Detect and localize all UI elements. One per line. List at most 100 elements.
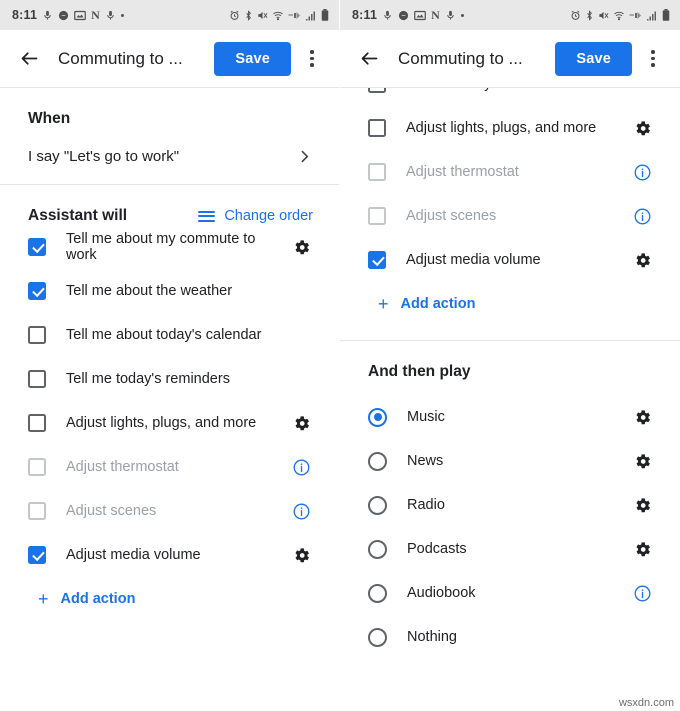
gear-icon[interactable] — [289, 546, 313, 565]
when-trigger-row[interactable]: I say "Let's go to work" — [0, 128, 339, 184]
list-item-label: Radio — [407, 497, 445, 513]
gear-icon[interactable] — [289, 238, 313, 257]
download-icon-2 — [445, 10, 456, 21]
radio-button[interactable] — [368, 627, 387, 647]
checkbox[interactable] — [28, 502, 46, 520]
wifi-icon — [613, 10, 625, 21]
list-item[interactable]: Adjust lights, plugs, and more — [340, 106, 680, 150]
checkbox[interactable] — [28, 326, 46, 344]
netflix-icon: N — [91, 8, 100, 22]
info-icon[interactable] — [630, 207, 654, 226]
download-icon — [42, 10, 53, 21]
list-item[interactable]: Adjust media volume — [340, 238, 680, 282]
message-icon — [58, 10, 69, 21]
checkbox[interactable] — [28, 238, 46, 256]
plus-icon: + — [378, 294, 389, 314]
list-item[interactable]: Adjust scenes — [0, 489, 339, 533]
page-title: Commuting to ... — [58, 48, 183, 68]
alarm-icon — [570, 10, 581, 21]
gear-icon[interactable] — [630, 251, 654, 270]
radio-button[interactable] — [368, 451, 387, 471]
app-bar: Commuting to ... Save — [0, 30, 339, 88]
list-item-label: Adjust media volume — [66, 547, 201, 563]
change-order-label: Change order — [224, 208, 313, 224]
status-bar-right-icons — [229, 9, 329, 21]
list-item[interactable]: Tell me about my commute to work — [0, 225, 339, 269]
more-options-icon[interactable] — [297, 42, 327, 76]
list-item[interactable]: News — [340, 439, 680, 483]
checkbox[interactable] — [368, 119, 386, 137]
save-button[interactable]: Save — [214, 41, 291, 76]
radio-button[interactable] — [368, 539, 387, 559]
status-bar: 8:11 N — [340, 0, 680, 30]
screenshot-icon — [414, 10, 426, 21]
checkbox[interactable] — [368, 251, 386, 269]
info-icon[interactable] — [630, 163, 654, 182]
list-item[interactable]: Nothing — [340, 615, 680, 659]
assistant-will-action-list: Tell me about my commute to work Tell me … — [0, 225, 339, 577]
list-item[interactable]: Audiobook — [340, 571, 680, 615]
checkbox[interactable] — [28, 282, 46, 300]
list-item[interactable]: Podcasts — [340, 527, 680, 571]
gear-icon[interactable] — [630, 408, 654, 427]
add-action-button[interactable]: + Add action — [340, 282, 680, 326]
radio-button[interactable] — [368, 407, 387, 427]
gear-icon[interactable] — [630, 540, 654, 559]
list-item[interactable]: Adjust thermostat — [340, 150, 680, 194]
list-item[interactable]: Tell me today's reminders — [0, 357, 339, 401]
radio-button[interactable] — [368, 583, 387, 603]
radio-button[interactable] — [368, 495, 387, 515]
list-item[interactable]: Tell me today's reminders — [340, 88, 680, 106]
info-icon[interactable] — [289, 502, 313, 521]
download-icon-2 — [105, 10, 116, 21]
right-phone-screen: 8:11 N Commuting to ... Save Adjust ligh… — [340, 0, 680, 711]
list-item-label: Adjust scenes — [66, 503, 157, 519]
list-item[interactable]: Adjust media volume — [0, 533, 339, 577]
status-bar-right-icons — [570, 9, 670, 21]
battery-icon — [662, 9, 670, 21]
gear-icon[interactable] — [630, 452, 654, 471]
checkbox[interactable] — [368, 207, 386, 225]
list-item[interactable]: Tell me about the weather — [0, 269, 339, 313]
when-section-title: When — [28, 110, 71, 127]
bluetooth-icon — [585, 9, 594, 21]
assistant-will-title: Assistant will — [28, 207, 128, 224]
info-icon[interactable] — [289, 458, 313, 477]
more-options-icon[interactable] — [638, 42, 668, 76]
checkbox[interactable] — [28, 370, 46, 388]
info-icon[interactable] — [630, 584, 654, 603]
back-arrow-icon[interactable] — [356, 46, 382, 72]
reorder-icon — [198, 210, 216, 222]
list-item[interactable]: Tell me about today's calendar — [0, 313, 339, 357]
add-action-button[interactable]: + Add action — [0, 577, 339, 621]
status-bar-clock: 8:11 — [12, 8, 38, 22]
list-item-label: Tell me today's reminders — [406, 88, 654, 92]
gear-icon[interactable] — [630, 496, 654, 515]
left-phone-screen: 8:11 N Commuting to ... Save When I say … — [0, 0, 340, 711]
and-then-play-option-list: Music News Radio Podcasts Audiobook Nothing — [340, 395, 680, 659]
when-trigger-label: I say "Let's go to work" — [28, 147, 180, 165]
list-item[interactable]: Adjust thermostat — [0, 445, 339, 489]
signal-icon — [646, 10, 658, 21]
left-content-scroll[interactable]: When I say "Let's go to work" Assistant … — [0, 88, 339, 711]
back-arrow-icon[interactable] — [16, 46, 42, 72]
checkbox[interactable] — [368, 88, 386, 93]
list-item-label: News — [407, 453, 444, 469]
list-item[interactable]: Music — [340, 395, 680, 439]
gear-icon[interactable] — [289, 414, 313, 433]
checkbox[interactable] — [368, 163, 386, 181]
checkbox[interactable] — [28, 458, 46, 476]
save-button[interactable]: Save — [555, 41, 632, 76]
add-action-label: Add action — [400, 296, 476, 312]
checkbox[interactable] — [28, 546, 46, 564]
list-item-label: Adjust media volume — [406, 252, 541, 268]
checkbox[interactable] — [28, 414, 46, 432]
list-item[interactable]: Adjust lights, plugs, and more — [0, 401, 339, 445]
partially-scrolled-row[interactable]: Tell me today's reminders — [340, 88, 680, 106]
list-item[interactable]: Adjust scenes — [340, 194, 680, 238]
download-icon — [382, 10, 393, 21]
change-order-button[interactable]: Change order — [198, 208, 313, 224]
gear-icon[interactable] — [630, 119, 654, 138]
right-content-scroll[interactable]: Tell me today's reminders Adjust lights,… — [340, 88, 680, 711]
list-item[interactable]: Radio — [340, 483, 680, 527]
